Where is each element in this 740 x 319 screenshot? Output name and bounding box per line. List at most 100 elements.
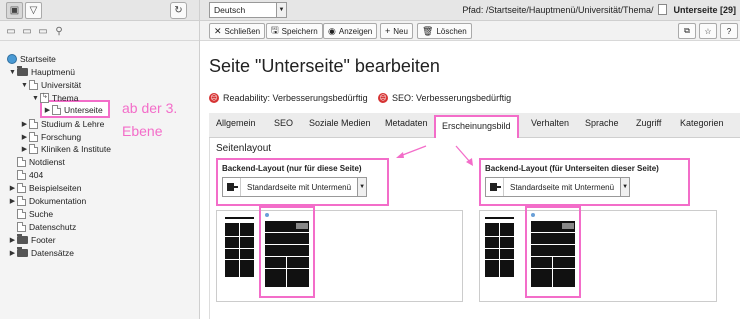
collapsed-arrow-icon[interactable]: ▶ <box>20 120 29 128</box>
expanded-arrow-icon[interactable]: ▼ <box>8 69 17 76</box>
backend-layout-select[interactable]: Standardseite mit Untermenü ▼ <box>222 177 368 197</box>
bookmark-button[interactable]: ☆ <box>699 23 717 39</box>
new-folder-icon[interactable]: ▭ <box>20 24 34 38</box>
save-icon: 🖫 <box>271 25 279 35</box>
tab-metadaten[interactable]: Metadaten <box>385 118 428 128</box>
expanded-arrow-icon[interactable]: ▼ <box>31 95 40 102</box>
tree-node-forschung[interactable]: ▶ Forschung <box>20 131 81 143</box>
plus-icon: + <box>385 26 391 36</box>
tab-bar: Allgemein SEO Soziale Medien Metadaten E… <box>209 113 740 138</box>
backend-layout-subpages-select[interactable]: Standardseite mit Untermenü ▼ <box>485 177 631 197</box>
tab-allgemein[interactable]: Allgemein <box>216 118 256 128</box>
tab-sprache[interactable]: Sprache <box>585 118 619 128</box>
tree-node-hauptmenue[interactable]: ▼ Hauptmenü <box>8 66 75 78</box>
tree-node-datenschutz[interactable]: Datenschutz <box>17 221 76 233</box>
tree-node-startseite[interactable]: Startseite <box>7 53 56 65</box>
new-page-icon[interactable]: ▭ <box>4 24 18 38</box>
page-icon <box>17 157 26 167</box>
delete-button[interactable]: 🗑 Löschen <box>417 23 472 39</box>
collapsed-arrow-icon[interactable]: ▶ <box>20 133 29 141</box>
tab-kategorien[interactable]: Kategorien <box>680 118 724 128</box>
breadcrumb: Pfad: /Startseite/Hauptmenü/Universität/… <box>462 4 736 15</box>
collapsed-arrow-icon[interactable]: ▶ <box>8 249 17 257</box>
page-icon <box>17 222 26 232</box>
tab-erscheinungsbild[interactable]: Erscheinungsbild <box>434 115 519 138</box>
page-icon <box>29 132 38 142</box>
star-icon: ☆ <box>704 26 712 36</box>
chevron-down-icon: ▼ <box>620 178 630 196</box>
action-toolbar: ✕ Schließen 🖫 Speichern ◉ Anzeigen + Neu… <box>200 21 740 41</box>
tree-node-suche[interactable]: Suche <box>17 208 53 220</box>
open-new-window-icon: ⧉ <box>684 26 690 35</box>
layout-preview-right <box>479 210 717 302</box>
backend-layout-label: Backend-Layout (nur für diese Seite) <box>222 164 362 173</box>
page-icon <box>17 183 26 193</box>
backend-layout-subpages-label: Backend-Layout (für Unterseiten dieser S… <box>485 164 659 173</box>
tree-header: ▣ ▽ ↻ <box>0 0 199 21</box>
backend-layout-subpages-field: Backend-Layout (für Unterseiten dieser S… <box>479 158 690 206</box>
help-button[interactable]: ? <box>720 23 738 39</box>
collapsed-arrow-icon[interactable]: ▶ <box>8 236 17 244</box>
page-icon <box>17 170 26 180</box>
globe-icon <box>7 54 17 64</box>
refresh-icon[interactable]: ↻ <box>170 2 187 19</box>
folder-icon <box>17 234 28 244</box>
tree-node-beispielseiten[interactable]: ▶ Beispielseiten <box>8 182 81 194</box>
collapsed-arrow-icon[interactable]: ▶ <box>8 197 17 205</box>
tree-node-universitaet[interactable]: ▼ Universität <box>20 79 81 91</box>
tree-tools: ▭ ▭ ▭ ⚲ <box>0 21 199 41</box>
filter-icon[interactable]: ▽ <box>25 2 42 19</box>
tab-seo[interactable]: SEO <box>274 118 293 128</box>
shortcut-page-icon <box>40 92 49 103</box>
layout-icon <box>223 178 241 196</box>
new-shortcut-icon[interactable]: ▭ <box>36 24 50 38</box>
page-icon <box>29 144 38 154</box>
tree-node-footer[interactable]: ▶ Footer <box>8 234 56 246</box>
page-icon <box>29 119 38 129</box>
close-icon: ✕ <box>214 25 222 36</box>
collapsed-arrow-icon[interactable]: ▶ <box>8 184 17 192</box>
page-icon <box>52 105 61 115</box>
page-icon <box>17 209 26 219</box>
collapsed-arrow-icon[interactable]: ▶ <box>43 106 52 114</box>
tab-verhalten[interactable]: Verhalten <box>531 118 569 128</box>
tree-node-kliniken[interactable]: ▶ Kliniken & Institute <box>20 143 111 155</box>
annotation-line-1: ab der 3. <box>122 100 178 116</box>
language-select[interactable]: Deutsch ▼ <box>209 2 287 18</box>
close-button[interactable]: ✕ Schließen <box>209 23 266 39</box>
open-new-window-button[interactable]: ⧉ <box>678 23 696 39</box>
chevron-down-icon: ▼ <box>276 3 286 17</box>
view-button[interactable]: ◉ Anzeigen <box>323 23 378 39</box>
tree-node-dokumentation[interactable]: ▶ Dokumentation <box>8 195 86 207</box>
link-icon[interactable]: ⚲ <box>52 24 66 38</box>
sad-face-icon: ☹ <box>209 93 219 103</box>
sad-face-icon: ☹ <box>378 93 388 103</box>
tree-node-studium[interactable]: ▶ Studium & Lehre <box>20 118 104 130</box>
folder-icon <box>17 66 28 76</box>
expanded-arrow-icon[interactable]: ▼ <box>20 82 29 89</box>
annotation-line-2: Ebene <box>122 123 163 139</box>
module-header: Deutsch ▼ Pfad: /Startseite/Hauptmenü/Un… <box>200 0 740 21</box>
tab-zugriff[interactable]: Zugriff <box>636 118 661 128</box>
section-title: Seitenlayout <box>216 143 272 154</box>
eye-icon: ◉ <box>328 25 336 36</box>
new-button[interactable]: + Neu <box>380 23 413 39</box>
page-tree-toggle-icon[interactable]: ▣ <box>6 2 23 19</box>
page-tree-pane: ▣ ▽ ↻ ▭ ▭ ▭ ⚲ Startseite ▼ Hauptmenü ▼ U… <box>0 0 200 319</box>
typo3-backend: ▣ ▽ ↻ ▭ ▭ ▭ ⚲ Startseite ▼ Hauptmenü ▼ U… <box>0 0 740 319</box>
save-button[interactable]: 🖫 Speichern <box>266 23 323 39</box>
page-icon <box>658 4 668 15</box>
backend-layout-field: Backend-Layout (nur für diese Seite) Sta… <box>216 158 389 206</box>
tree-node-datensaetze[interactable]: ▶ Datensätze <box>8 247 74 259</box>
tree-node-notdienst[interactable]: Notdienst <box>17 156 65 168</box>
tree-node-404[interactable]: 404 <box>17 169 43 181</box>
tab-soziale-medien[interactable]: Soziale Medien <box>309 118 371 128</box>
layout-icon <box>486 178 504 196</box>
tree-node-unterseite[interactable]: ▶ Unterseite <box>43 104 103 116</box>
seo-status: ☹ SEO: Verbesserungsbedürftig <box>378 93 512 103</box>
tree-node-thema[interactable]: ▼ Thema <box>31 92 78 104</box>
page-title: Seite "Unterseite" bearbeiten <box>209 56 440 76</box>
collapsed-arrow-icon[interactable]: ▶ <box>20 145 29 153</box>
readability-status: ☹ Readability: Verbesserungsbedürftig <box>209 93 368 103</box>
chevron-down-icon: ▼ <box>357 178 367 196</box>
